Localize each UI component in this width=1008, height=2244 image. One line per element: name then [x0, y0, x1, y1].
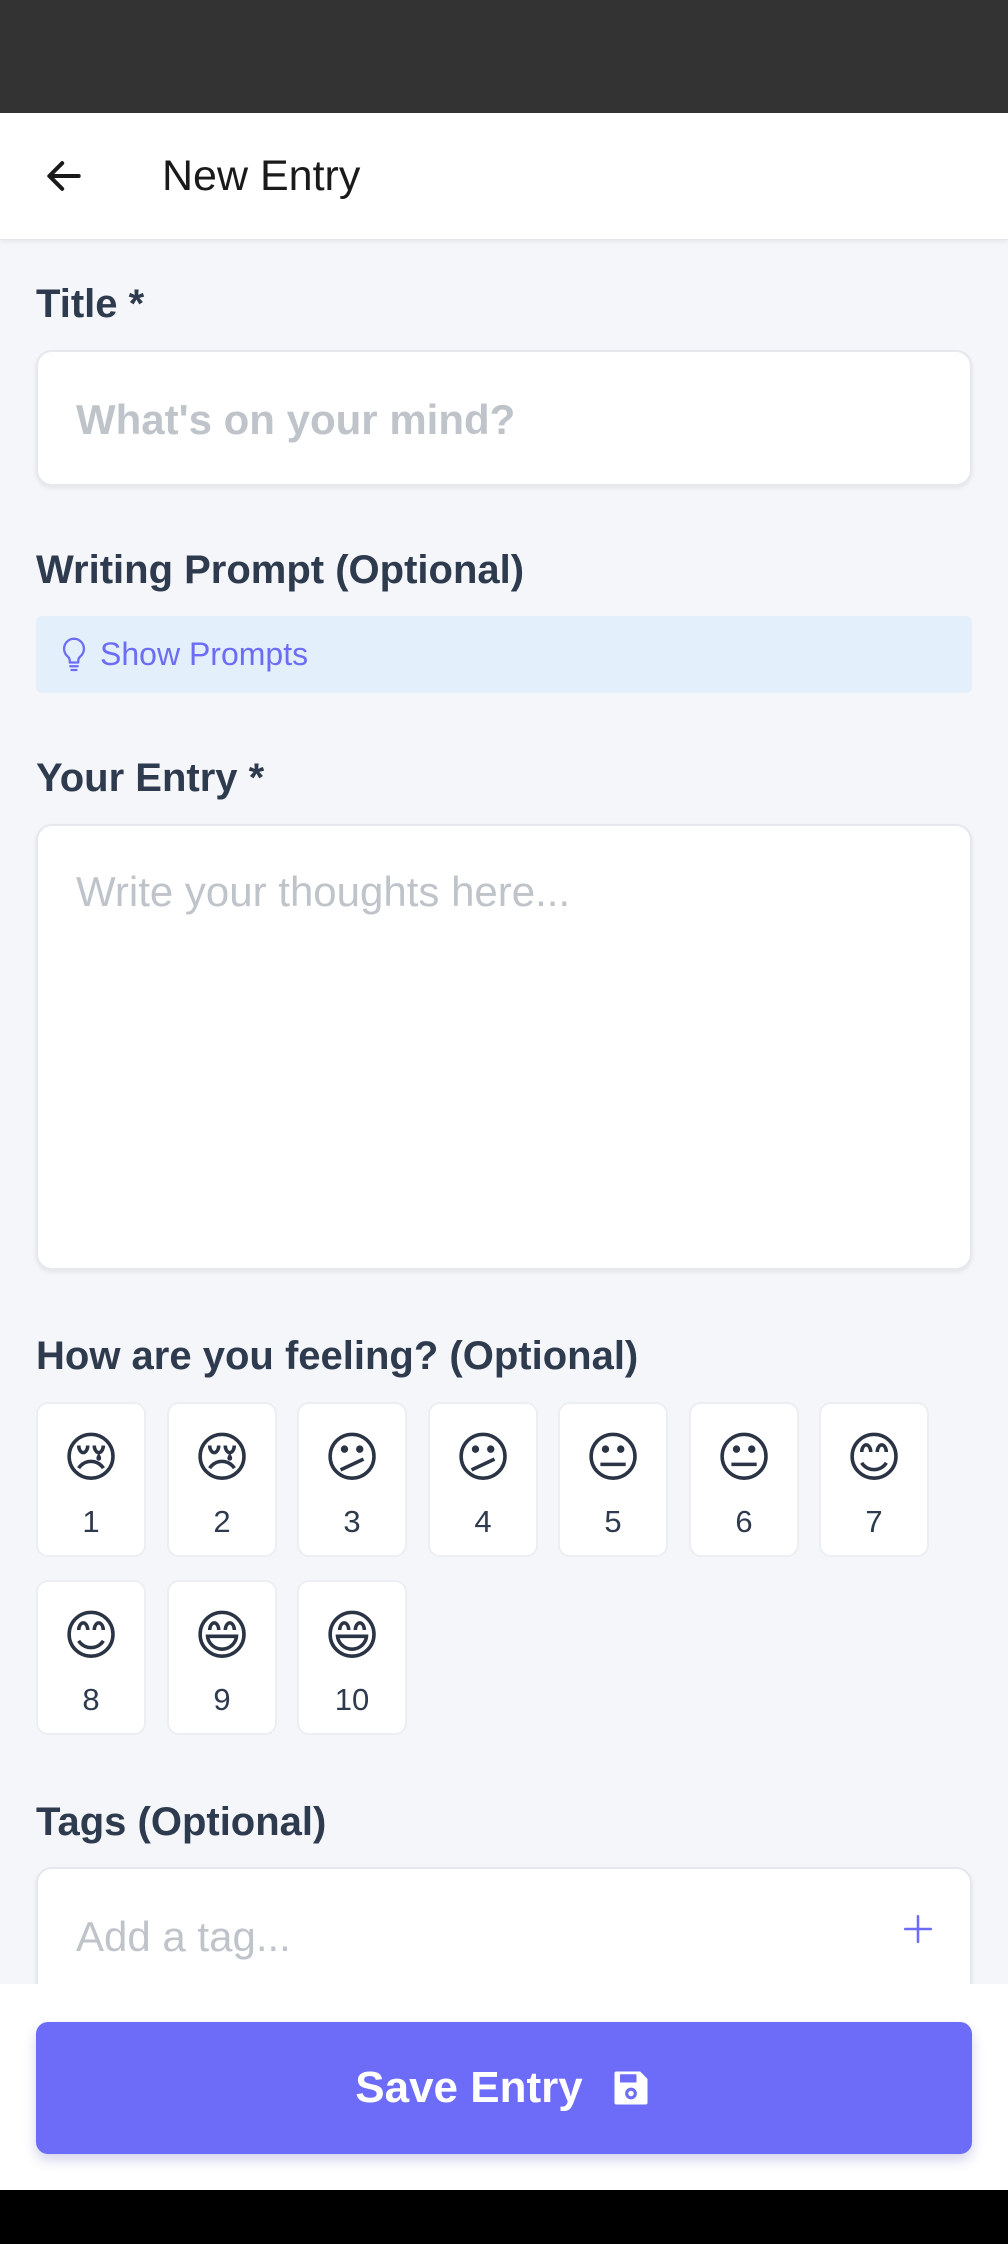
entry-label: Your Entry *: [36, 756, 265, 800]
mood-value: 7: [865, 1504, 883, 1539]
mood-value: 4: [474, 1504, 492, 1539]
entry-placeholder: Write your thoughts here...: [76, 868, 571, 915]
grinning-face-icon: 😄: [323, 1606, 381, 1666]
mood-option-9[interactable]: 😄 9: [167, 1580, 277, 1735]
mood-option-10[interactable]: 😄 10: [297, 1580, 407, 1735]
mood-value: 3: [343, 1504, 361, 1539]
back-button[interactable]: [26, 138, 102, 214]
save-entry-button[interactable]: Save Entry: [36, 2022, 972, 2154]
mood-value: 6: [735, 1504, 753, 1539]
mood-option-8[interactable]: 😊 8: [36, 1580, 146, 1735]
mood-value: 8: [82, 1682, 100, 1717]
grinning-face-icon: 😄: [193, 1606, 251, 1666]
mood-value: 5: [604, 1504, 622, 1539]
title-input[interactable]: What's on your mind?: [36, 350, 972, 486]
mood-value: 9: [213, 1682, 231, 1717]
smiling-face-icon: 😊: [62, 1606, 120, 1666]
confused-face-icon: 😕: [323, 1428, 381, 1488]
tag-placeholder: Add a tag...: [76, 1913, 291, 1960]
mood-option-7[interactable]: 😊 7: [819, 1402, 929, 1557]
mood-option-1[interactable]: 😢 1: [36, 1402, 146, 1557]
save-entry-label: Save Entry: [355, 2063, 583, 2112]
mood-option-6[interactable]: 😐 6: [689, 1402, 799, 1557]
plus-icon: [903, 1914, 933, 1944]
tags-label: Tags (Optional): [36, 1800, 327, 1844]
status-bar: [0, 0, 1008, 113]
mood-option-2[interactable]: 😢 2: [167, 1402, 277, 1557]
save-disk-icon: [614, 2071, 648, 2105]
arrow-left-icon: [47, 161, 81, 191]
mood-value: 1: [82, 1504, 100, 1539]
add-tag-button[interactable]: [896, 1907, 940, 1951]
system-navigation-bar: [0, 2190, 1008, 2244]
neutral-face-icon: 😐: [584, 1428, 642, 1488]
mood-option-3[interactable]: 😕 3: [297, 1402, 407, 1557]
title-placeholder: What's on your mind?: [76, 396, 516, 443]
smiling-face-icon: 😊: [845, 1428, 903, 1488]
mood-label: How are you feeling? (Optional): [36, 1334, 639, 1378]
title-label: Title *: [36, 282, 145, 326]
mood-option-4[interactable]: 😕 4: [428, 1402, 538, 1557]
app-bar: New Entry: [0, 113, 1008, 240]
crying-face-icon: 😢: [62, 1428, 120, 1488]
confused-face-icon: 😕: [454, 1428, 512, 1488]
lightbulb-icon: [56, 635, 92, 675]
prompt-label: Writing Prompt (Optional): [36, 548, 525, 592]
mood-value: 2: [213, 1504, 231, 1539]
show-prompts-label: Show Prompts: [100, 636, 309, 672]
neutral-face-icon: 😐: [715, 1428, 773, 1488]
mood-option-5[interactable]: 😐 5: [558, 1402, 668, 1557]
crying-face-icon: 😢: [193, 1428, 251, 1488]
mood-value: 10: [334, 1682, 370, 1717]
show-prompts-button[interactable]: Show Prompts: [36, 616, 972, 693]
page-title: New Entry: [162, 152, 361, 200]
entry-textarea[interactable]: Write your thoughts here...: [36, 824, 972, 1270]
